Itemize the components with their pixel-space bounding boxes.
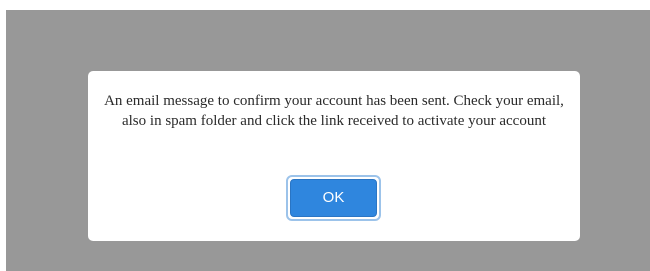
ok-button-focus-ring: OK: [286, 175, 381, 221]
confirmation-message: An email message to confirm your account…: [104, 93, 564, 129]
confirmation-dialog: An email message to confirm your account…: [88, 71, 580, 241]
modal-backdrop: An email message to confirm your account…: [6, 10, 650, 271]
ok-button[interactable]: OK: [290, 179, 377, 217]
